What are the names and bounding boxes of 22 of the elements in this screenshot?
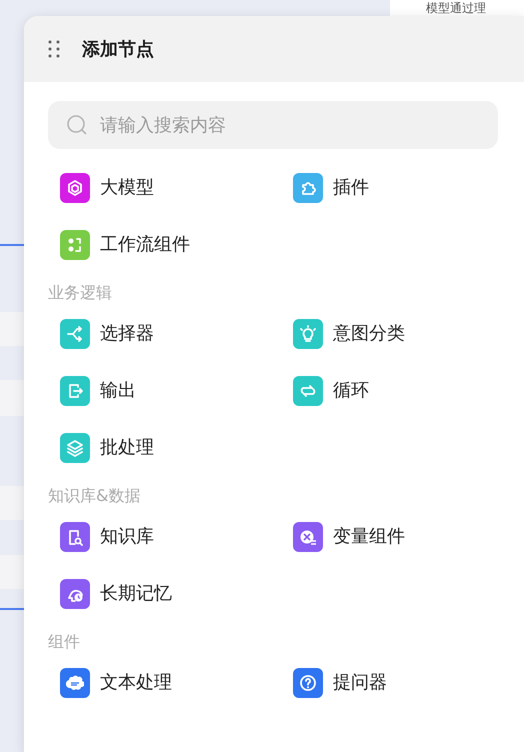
node-option[interactable]: 输出 (60, 362, 293, 419)
section-title: 知识库&数据 (48, 485, 142, 507)
connector-line (0, 244, 24, 246)
connector-line (0, 608, 24, 610)
search-field[interactable]: 请输入搜索内容 (48, 101, 498, 149)
node-option[interactable]: 循环 (293, 362, 493, 419)
drag-handle-icon[interactable] (48, 39, 60, 59)
node-option[interactable]: 插件 (293, 159, 493, 216)
node-description: 模型通过理 (426, 1, 486, 15)
node-option[interactable]: 变量组件 (293, 508, 493, 565)
node-option[interactable]: 批处理 (60, 419, 293, 476)
panel-title: 添加节点 (82, 38, 154, 62)
node-option[interactable]: 长期记忆 (60, 565, 293, 622)
node-option[interactable]: 知识库 (60, 508, 293, 565)
node-option[interactable]: 提问器 (293, 654, 493, 711)
node-option[interactable]: 选择器 (60, 305, 293, 362)
node-option[interactable]: 意图分类 (293, 305, 493, 362)
section-title: 业务逻辑 (48, 282, 113, 304)
section-title: 组件 (48, 631, 81, 653)
node-option[interactable]: 工作流组件 (60, 216, 293, 273)
node-option[interactable]: 大模型 (60, 159, 293, 216)
node-option[interactable]: 文本处理 (60, 654, 293, 711)
